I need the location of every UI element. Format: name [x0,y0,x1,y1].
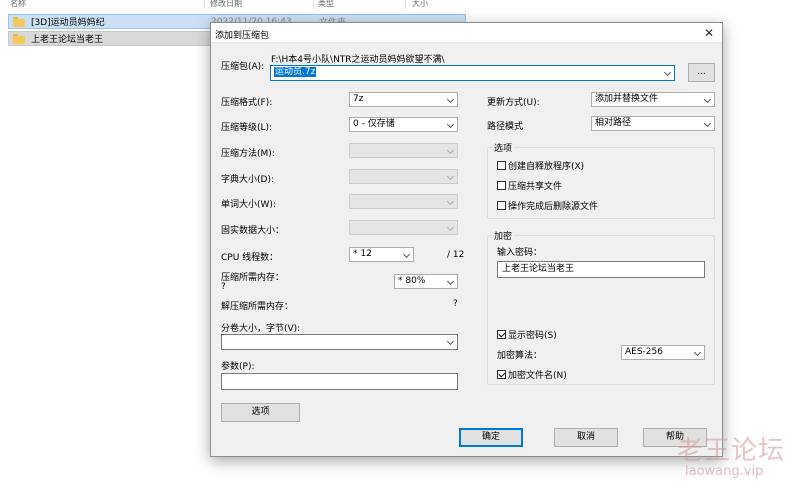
split-size-combo[interactable] [221,334,458,350]
cpu-threads-max: / 12 [447,250,465,260]
level-select[interactable]: 0 - 仅存储 [349,117,458,132]
memory-value: ? [221,282,226,292]
column-header-date[interactable]: 修改日期 [210,0,300,9]
level-label: 压缩等级(L): [221,123,273,133]
delete-after-label: 操作完成后删除源文件 [508,202,599,212]
decompress-memory-label: 解压缩所需内存： [221,302,294,312]
column-separator [313,0,314,9]
options-group-title: 选项 [492,141,515,154]
password-input[interactable]: 上老王论坛当老王 [497,261,705,278]
checkbox-box [497,181,506,190]
cancel-button[interactable]: 取消 [554,428,618,447]
options-button[interactable]: 选项 [221,403,300,422]
params-label: 参数(P): [221,362,255,372]
column-separator [405,0,406,9]
chevron-down-icon [446,337,455,346]
encryption-method-select[interactable]: AES-256 [621,345,705,360]
level-value: 0 - 仅存储 [353,119,395,129]
chevron-down-icon [446,197,455,206]
method-select [349,143,458,158]
word-size-label: 单词大小(W): [221,200,276,210]
archive-path: F:\H本4号小队\NTR之运动员妈妈欲望不满\ [271,55,445,65]
format-select[interactable]: 7z [349,92,458,107]
password-label: 输入密码： [497,248,543,258]
format-value: 7z [353,94,364,104]
method-label: 压缩方法(M): [221,149,275,159]
folder-icon [13,16,25,27]
encryption-method-value: AES-256 [625,347,663,357]
chevron-down-icon [446,120,455,129]
archive-name-value: 运动员.7z [274,67,317,77]
compress-shared-label: 压缩共享文件 [508,182,563,192]
cpu-threads-label: CPU 线程数： [221,253,279,263]
encrypt-names-label: 加密文件名(N) [508,371,567,381]
create-sfx-label: 创建自释放程序(X) [508,162,585,172]
update-mode-value: 添加并替换文件 [595,94,659,104]
update-mode-select[interactable]: 添加并替换文件 [591,92,715,107]
column-header-name[interactable]: 名称 [10,0,70,9]
cpu-threads-select[interactable]: * 12 [349,247,414,262]
column-header-type[interactable]: 类型 [318,0,378,9]
encryption-method-label: 加密算法： [497,351,543,361]
ok-button[interactable]: 确定 [459,428,523,447]
file-name: [3D]运动员妈妈纪 [31,18,105,28]
solid-size-select [349,220,458,235]
cpu-threads-value: * 12 [353,249,372,259]
decompress-memory-value: ? [453,299,458,309]
delete-after-checkbox[interactable]: 操作完成后删除源文件 [497,199,598,212]
encrypt-names-checkbox[interactable]: 加密文件名(N) [497,368,567,381]
show-password-label: 显示密码(S) [508,331,557,341]
solid-size-label: 固实数据大小： [221,226,285,236]
browse-button[interactable]: ... [688,63,715,82]
memory-label: 压缩所需内存： [221,273,285,283]
checkbox-checked-icon [497,330,506,339]
chevron-down-icon [446,172,455,181]
create-sfx-checkbox[interactable]: 创建自释放程序(X) [497,159,584,172]
params-input[interactable] [221,373,458,390]
memory-usage-select[interactable]: * 80% [394,274,458,289]
file-name: 上老王论坛当老王 [31,35,104,45]
archive-label: 压缩包(A): [221,62,265,72]
chevron-down-icon [446,95,455,104]
update-mode-label: 更新方式(U): [487,98,540,108]
checkbox-box [497,161,506,170]
dialog-title: 添加到压缩包 [215,31,270,41]
checkbox-checked-icon [497,370,506,379]
format-label: 压缩格式(F): [221,98,273,108]
chevron-down-icon [402,250,411,259]
dialog-titlebar[interactable]: 添加到压缩包 ✕ [211,23,722,43]
watermark-url: laowang.vip [685,464,764,479]
chevron-down-icon [703,95,712,104]
split-size-label: 分卷大小，字节(V): [221,324,301,334]
watermark-logo-text: 老王论坛 [677,436,786,466]
memory-usage-value: * 80% [398,276,426,286]
password-value: 上老王论坛当老王 [502,264,575,274]
chevron-down-icon [446,146,455,155]
chevron-down-icon [663,68,672,77]
column-separator [204,0,205,9]
close-icon[interactable]: ✕ [702,26,716,40]
archive-name-combo[interactable]: 运动员.7z [270,65,675,81]
word-size-select [349,194,458,209]
path-mode-value: 相对路径 [595,118,632,128]
chevron-down-icon [693,348,702,357]
add-to-archive-dialog: 添加到压缩包 ✕ 压缩包(A): F:\H本4号小队\NTR之运动员妈妈欲望不满… [210,22,723,457]
path-mode-label: 路径模式 [487,122,524,132]
path-mode-select[interactable]: 相对路径 [591,116,715,131]
dict-size-select [349,169,458,184]
folder-icon [13,33,25,44]
column-header-size[interactable]: 大小 [412,0,452,9]
chevron-down-icon [703,119,712,128]
dict-size-label: 字典大小(D): [221,175,274,185]
chevron-down-icon [446,277,455,286]
checkbox-box [497,201,506,210]
encryption-group-title: 加密 [492,229,515,242]
compress-shared-checkbox[interactable]: 压缩共享文件 [497,179,562,192]
chevron-down-icon [446,223,455,232]
show-password-checkbox[interactable]: 显示密码(S) [497,328,557,341]
